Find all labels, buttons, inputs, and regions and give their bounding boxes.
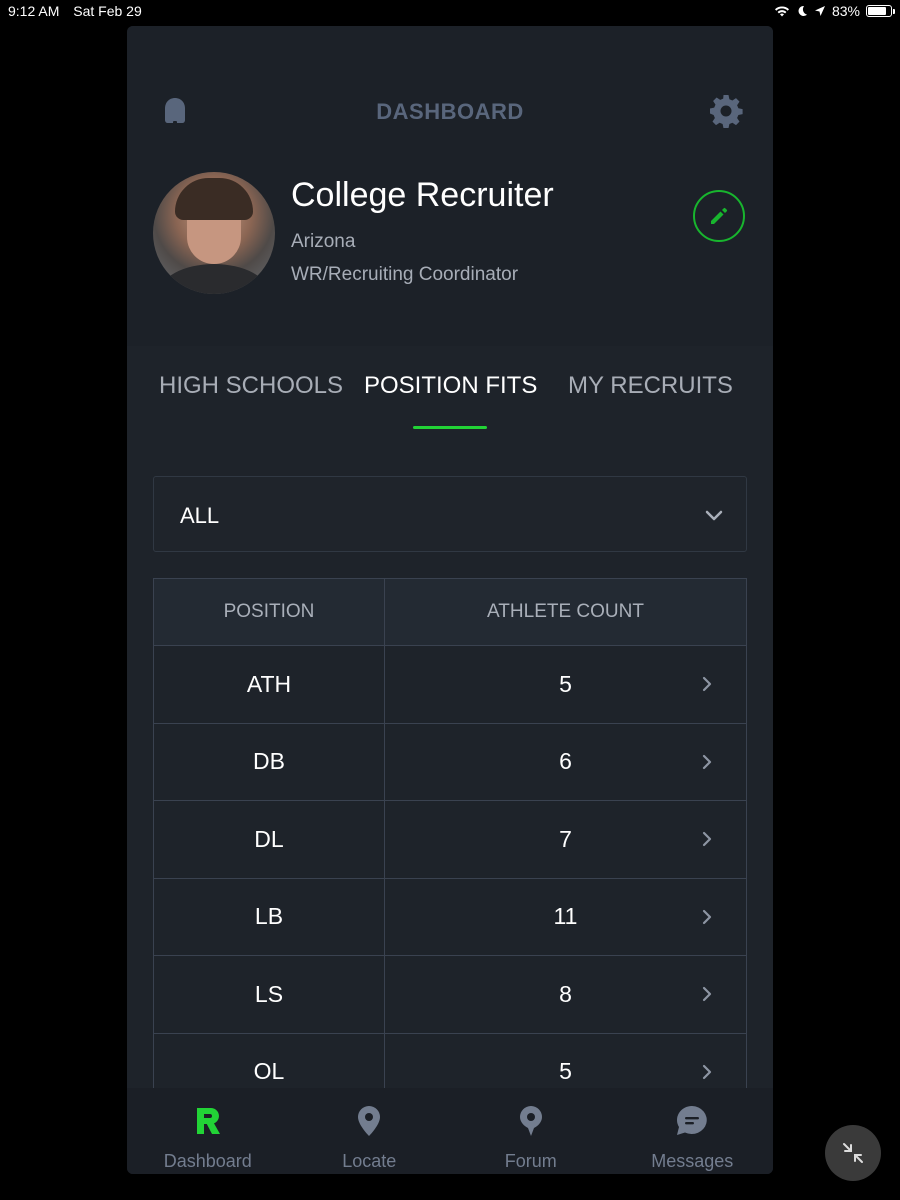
position-cell: ATH xyxy=(154,646,385,723)
athlete-count-value: 5 xyxy=(559,1058,572,1085)
table-row[interactable]: DB 6 xyxy=(154,723,746,801)
nav-locate[interactable]: Locate xyxy=(289,1088,451,1174)
athlete-count-value: 5 xyxy=(559,670,572,697)
map-pin-icon xyxy=(519,1106,542,1136)
athlete-count-value: 11 xyxy=(553,903,578,930)
chevron-right-icon xyxy=(702,832,712,847)
status-time: 9:12 AM xyxy=(8,3,60,19)
battery-percent: 83% xyxy=(831,3,860,19)
table-row[interactable]: OL 5 xyxy=(154,1033,746,1089)
avatar xyxy=(153,172,275,294)
edit-profile-button[interactable] xyxy=(693,190,745,242)
position-cell: LB xyxy=(154,878,385,955)
tab-position-fits[interactable]: POSITION FITS xyxy=(364,372,537,400)
map-pin-icon xyxy=(358,1106,381,1136)
table-row[interactable]: DL 7 xyxy=(154,801,746,879)
chevron-right-icon xyxy=(702,677,712,692)
athlete-count-value: 7 xyxy=(559,825,572,852)
position-filter-dropdown[interactable]: ALL xyxy=(153,476,747,552)
chevron-down-icon xyxy=(705,510,723,521)
location-arrow-icon xyxy=(814,6,825,16)
table-header-row: POSITION ATHLETE COUNT xyxy=(154,579,746,646)
athlete-count-value: 6 xyxy=(559,748,572,775)
tab-my-recruits[interactable]: MY RECRUITS xyxy=(568,372,733,400)
athlete-count-cell: 7 xyxy=(385,801,746,878)
page-title: DASHBOARD xyxy=(376,99,524,124)
athlete-count-cell: 5 xyxy=(385,646,746,723)
athlete-count-cell: 8 xyxy=(385,956,746,1033)
profile-role: WR/Recruiting Coordinator xyxy=(291,264,519,285)
position-fits-table: POSITION ATHLETE COUNT ATH 5 DB 6 DL 7 LB 11 LS 8… xyxy=(153,578,747,1088)
bottom-nav: Dashboard Locate Forum Messages xyxy=(127,1088,773,1174)
position-cell: LS xyxy=(154,956,385,1033)
exit-fullscreen-button[interactable] xyxy=(825,1125,881,1181)
pencil-icon xyxy=(711,207,728,224)
profile-header: DASHBOARD College Recruiter Arizona WR/R… xyxy=(127,26,773,346)
table-row[interactable]: LB 11 xyxy=(154,878,746,956)
nav-label-dashboard: Dashboard xyxy=(163,1151,252,1171)
status-date: Sat Feb 29 xyxy=(73,3,142,19)
gear-icon[interactable] xyxy=(709,94,743,128)
nav-label-forum: Forum xyxy=(504,1151,557,1171)
table-row[interactable]: ATH 5 xyxy=(154,646,746,724)
wifi-icon xyxy=(774,6,789,17)
tab-bar: HIGH SCHOOLS POSITION FITS MY RECRUITS xyxy=(127,346,773,456)
chevron-right-icon xyxy=(702,754,712,769)
tab-high-schools[interactable]: HIGH SCHOOLS xyxy=(159,372,343,400)
chevron-right-icon xyxy=(702,987,712,1002)
collapse-arrows-icon xyxy=(843,1143,863,1163)
battery-icon xyxy=(866,5,895,17)
column-header-athlete-count: ATHLETE COUNT xyxy=(487,601,644,622)
moon-icon xyxy=(798,5,807,16)
position-cell: OL xyxy=(154,1033,385,1088)
position-cell: DL xyxy=(154,801,385,878)
profile-name: College Recruiter xyxy=(291,176,554,214)
nav-dashboard[interactable]: Dashboard xyxy=(127,1088,289,1174)
athlete-count-cell: 11 xyxy=(385,879,746,956)
nav-forum[interactable]: Forum xyxy=(450,1088,612,1174)
athlete-count-cell: 6 xyxy=(385,724,746,801)
r-logo-icon xyxy=(196,1108,220,1134)
status-bar: 9:12 AM Sat Feb 29 83% xyxy=(0,0,900,24)
table-row[interactable]: LS 8 xyxy=(154,956,746,1034)
nav-label-locate: Locate xyxy=(342,1151,397,1171)
position-cell: DB xyxy=(154,723,385,800)
column-header-position: POSITION xyxy=(154,579,385,645)
nav-messages[interactable]: Messages xyxy=(612,1088,774,1174)
athlete-count-cell: 5 xyxy=(385,1034,746,1089)
nav-label-messages: Messages xyxy=(651,1151,734,1171)
chevron-right-icon xyxy=(702,909,712,924)
filter-selected-value: ALL xyxy=(180,503,220,528)
athlete-count-value: 8 xyxy=(559,980,572,1007)
chat-bubble-icon xyxy=(677,1106,708,1135)
chevron-right-icon xyxy=(702,1064,712,1079)
app-window: DASHBOARD College Recruiter Arizona WR/R… xyxy=(127,26,773,1174)
profile-location: Arizona xyxy=(291,231,356,252)
active-tab-indicator xyxy=(413,426,487,429)
